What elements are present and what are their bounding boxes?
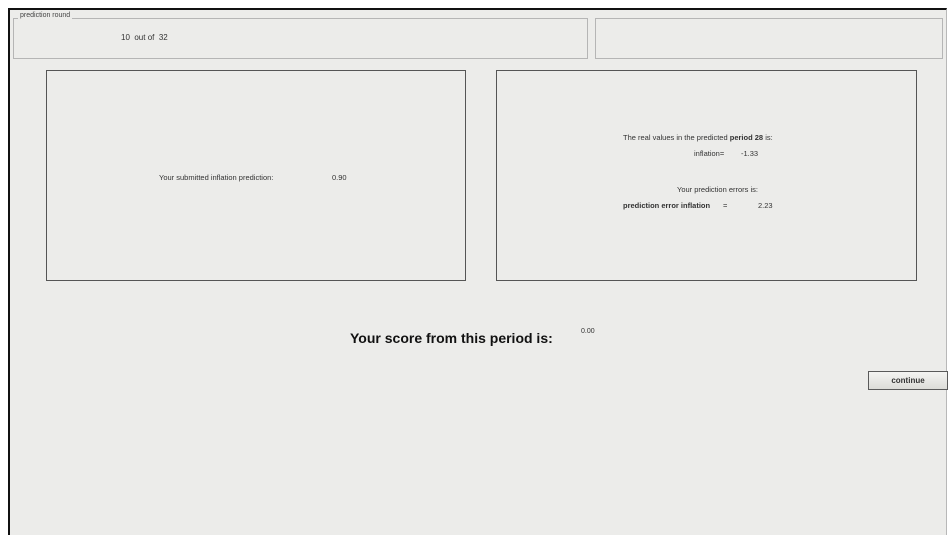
real-values-panel: The real values in the predicted period … [496, 70, 917, 281]
round-total: 32 [158, 33, 168, 42]
prediction-round-box: prediction round 10 out of 32 [13, 12, 588, 59]
prediction-round-legend: prediction round [18, 12, 73, 19]
prediction-error-inflation-label: prediction error inflation [623, 201, 711, 210]
inflation-value: -1.33 [741, 149, 759, 158]
prediction-errors-heading: Your prediction errors is: [677, 185, 759, 194]
round-out-of-label: out of [134, 33, 155, 42]
round-counter: 10 out of 32 [121, 33, 168, 42]
inflation-label: inflation= [694, 149, 725, 158]
continue-button[interactable]: continue [868, 371, 948, 390]
real-values-heading: The real values in the predicted period … [623, 133, 773, 142]
real-values-heading-prefix: The real values in the predicted [623, 133, 728, 142]
score-value: 0.00 [581, 328, 595, 335]
prediction-error-inflation-value: 2.23 [758, 201, 773, 210]
real-values-heading-suffix: is: [765, 133, 773, 142]
round-current: 10 [121, 33, 130, 42]
submitted-prediction-panel: Your submitted inflation prediction: 0.9… [46, 70, 466, 281]
predicted-period: period 28 [729, 133, 764, 142]
prediction-error-equals: = [723, 201, 728, 210]
submitted-prediction-label: Your submitted inflation prediction: [159, 173, 274, 182]
submitted-prediction-value: 0.90 [332, 173, 347, 182]
score-label: Your score from this period is: [350, 330, 553, 346]
experiment-window: prediction round 10 out of 32 Your submi… [8, 8, 948, 535]
top-right-box [595, 18, 943, 59]
